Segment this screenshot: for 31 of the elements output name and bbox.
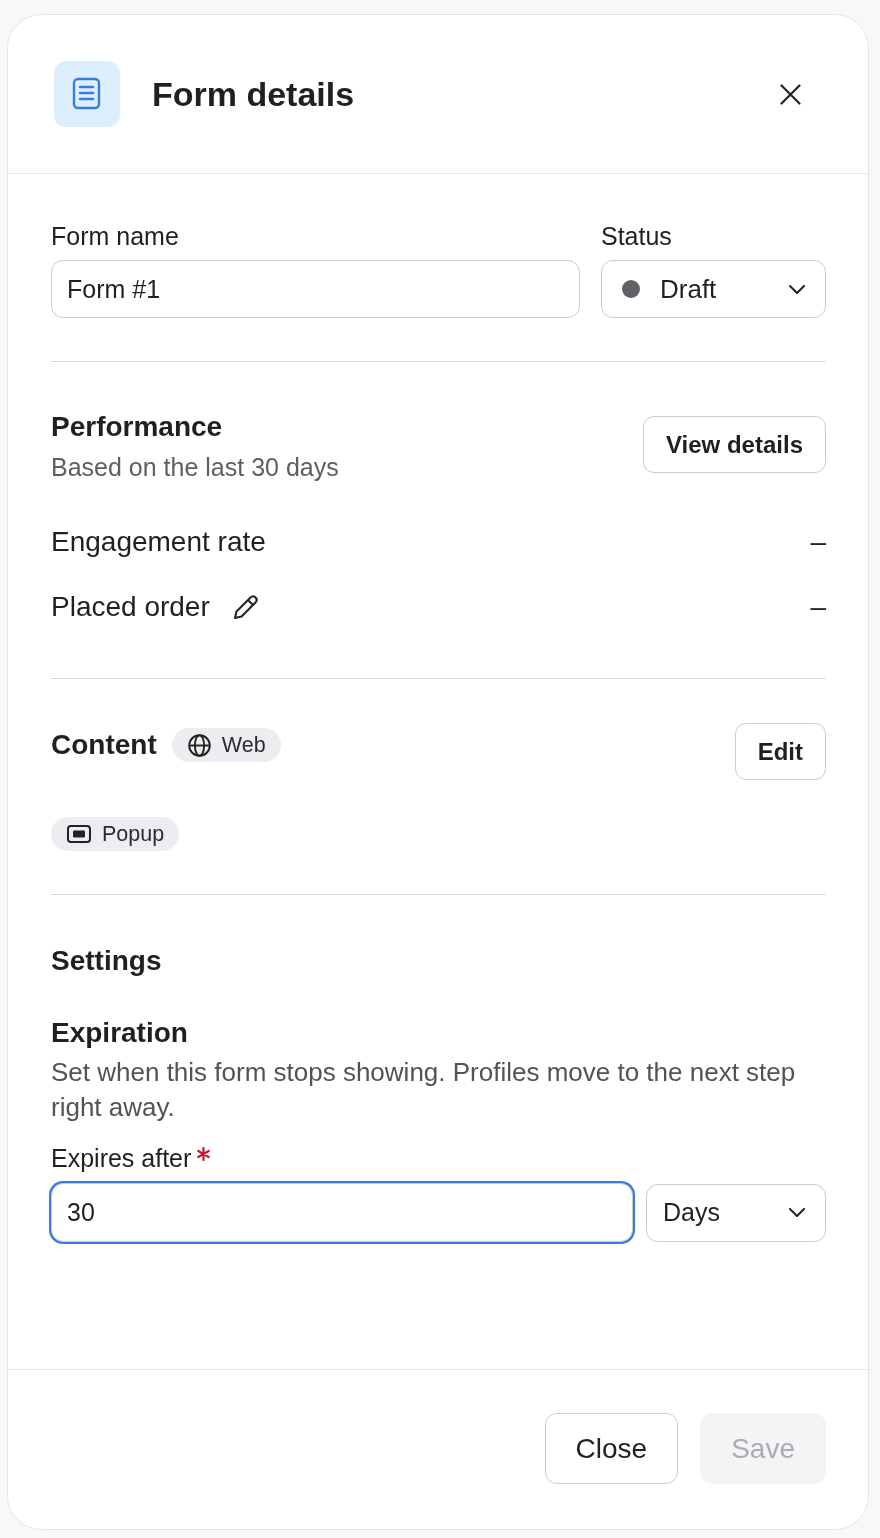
section-heading: Performance — [51, 410, 224, 444]
pencil-icon[interactable] — [231, 593, 260, 621]
tag-label: Web — [221, 731, 266, 759]
status-select[interactable]: Draft — [601, 260, 826, 318]
metric-label: Placed order — [51, 590, 210, 624]
status-dot-icon — [622, 280, 640, 298]
globe-icon — [187, 733, 211, 757]
field-label: Expires after — [51, 1143, 192, 1173]
chevron-down-icon — [789, 284, 805, 294]
section-heading: Settings — [51, 944, 163, 978]
subsection-heading: Expiration — [51, 1016, 189, 1050]
expires-after-field[interactable]: 30 — [51, 1183, 633, 1242]
section-heading: Content — [51, 728, 157, 762]
metric-label: Engagement rate — [51, 525, 266, 559]
document-icon — [54, 61, 120, 127]
footer-button[interactable]: Close — [544, 1413, 679, 1484]
close-icon — [779, 83, 801, 105]
metric-value: – — [810, 525, 826, 559]
field-label: Status — [601, 221, 673, 251]
window-icon — [67, 825, 91, 843]
form-name-field[interactable]: Form #1 — [51, 260, 580, 318]
dialog-title: Form details — [152, 73, 355, 115]
tag-label: Popup — [102, 820, 165, 848]
unit-select[interactable]: Days — [646, 1183, 826, 1242]
section-subtitle: Based on the last 30 days — [51, 452, 339, 482]
field-label: Form name — [51, 221, 180, 251]
description-text: Set when this form stops showing. Profiles move to the next step right away. — [51, 1056, 797, 1124]
edit-button[interactable]: Edit — [734, 723, 826, 780]
view-details-button[interactable]: View details — [643, 416, 826, 473]
metric-value: – — [810, 590, 826, 624]
chevron-down-icon — [789, 1208, 805, 1217]
